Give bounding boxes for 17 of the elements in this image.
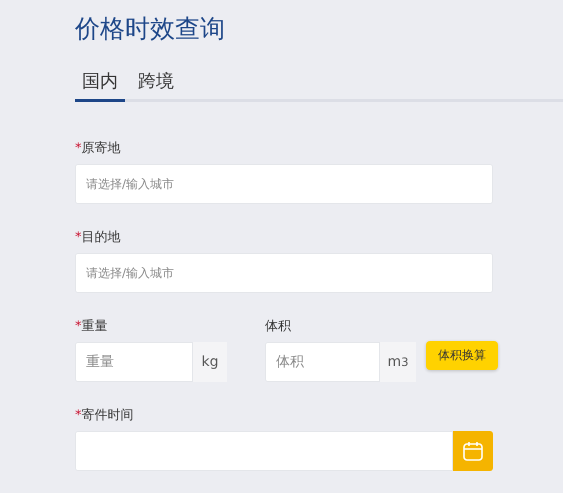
weight-field[interactable]: 重量: [75, 342, 193, 382]
origin-field[interactable]: 请选择/输入城市: [75, 164, 493, 204]
page-title: 价格时效查询: [75, 13, 226, 45]
field-label: 体积: [265, 318, 292, 336]
volume-conversion-button[interactable]: 体积换算: [426, 341, 498, 370]
tab[interactable]: 跨境: [131, 65, 181, 102]
destination-field[interactable]: 请选择/输入城市: [75, 253, 493, 293]
field-label: *目的地: [75, 229, 122, 247]
field-label: *寄件时间: [75, 407, 134, 425]
tab[interactable]: 国内: [75, 65, 125, 102]
volume-field[interactable]: 体积: [265, 342, 380, 382]
calendar-icon: [462, 440, 484, 462]
date-field[interactable]: [75, 431, 453, 471]
unit-label: kg: [193, 342, 227, 382]
field-label: *原寄地: [75, 140, 122, 158]
calendar-button[interactable]: [453, 431, 493, 471]
field-label: *重量: [75, 318, 108, 336]
